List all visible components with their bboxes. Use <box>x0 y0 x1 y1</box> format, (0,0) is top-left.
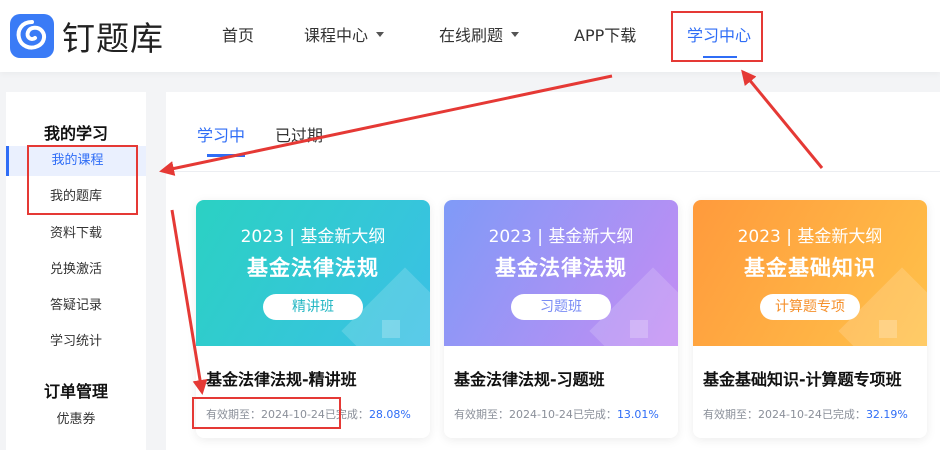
completion-label: 已完成： <box>572 408 617 421</box>
sidebar-item-study-stats[interactable]: 学习统计 <box>6 327 146 357</box>
caret-down-icon <box>511 31 520 37</box>
nav-course-center[interactable]: 课程中心 <box>304 22 385 46</box>
tab-expired[interactable]: 已过期 <box>275 122 323 146</box>
tab-active-indicator <box>207 154 245 157</box>
validity-label: 有效期至： <box>703 408 758 421</box>
nav-home[interactable]: 首页 <box>222 22 254 46</box>
course-card[interactable]: 2023 | 基金新大纲 基金基础知识 计算题专项 基金基础知识-计算题专项班 … <box>693 200 927 438</box>
course-banner: 2023 | 基金新大纲 基金法律法规 习题班 <box>444 200 678 346</box>
completion-label: 已完成： <box>821 408 866 421</box>
sidebar-item-redeem[interactable]: 兑换激活 <box>6 255 146 285</box>
course-title[interactable]: 基金基础知识-计算题专项班 <box>703 366 902 390</box>
banner-class-pill: 习题班 <box>511 294 611 320</box>
course-meta: 有效期至：2024-10-24已完成：13.01% <box>454 406 659 422</box>
course-banner: 2023 | 基金新大纲 基金基础知识 计算题专项 <box>693 200 927 346</box>
brand-logo[interactable]: 钉题库 <box>10 12 164 60</box>
banner-year-line: 2023 | 基金新大纲 <box>240 227 386 247</box>
course-card[interactable]: 2023 | 基金新大纲 基金法律法规 习题班 基金法律法规-习题班 有效期至：… <box>444 200 678 438</box>
annotation-box-learning-center <box>671 11 763 62</box>
annotation-box-sidebar-items <box>27 145 138 215</box>
swirl-logo-icon <box>10 14 54 58</box>
banner-subject: 基金法律法规 <box>247 256 379 280</box>
nav-home-label: 首页 <box>222 26 255 45</box>
nav-app-download-label: APP下载 <box>574 26 637 45</box>
banner-subject: 基金基础知识 <box>744 256 876 280</box>
sidebar-item-qa-records[interactable]: 答疑记录 <box>6 291 146 321</box>
sidebar-item-coupons[interactable]: 优惠券 <box>6 405 146 435</box>
status-tabs: 学习中 已过期 <box>166 92 940 172</box>
tab-in-progress[interactable]: 学习中 <box>197 122 245 146</box>
nav-course-center-label: 课程中心 <box>304 26 369 45</box>
sidebar-item-downloads[interactable]: 资料下载 <box>6 219 146 249</box>
banner-class-pill: 计算题专项 <box>760 294 860 320</box>
banner-subject: 基金法律法规 <box>495 256 627 280</box>
sidebar-section-my-learning: 我的学习 <box>43 124 108 143</box>
completion-progress: 32.19% <box>865 408 908 421</box>
brand-name: 钉题库 <box>62 19 164 58</box>
course-title[interactable]: 基金法律法规-习题班 <box>454 366 605 390</box>
validity-label: 有效期至： <box>454 408 509 421</box>
course-meta: 有效期至：2024-10-24已完成：32.19% <box>703 406 908 422</box>
nav-online-practice-label: 在线刷题 <box>439 26 504 45</box>
validity-date: 2024-10-24 <box>509 408 573 421</box>
validity-date: 2024-10-24 <box>758 408 822 421</box>
completion-progress: 28.08% <box>368 408 411 421</box>
top-header: 钉题库 首页 课程中心 在线刷题 APP下载 学习中心 <box>0 0 940 72</box>
banner-year-line: 2023 | 基金新大纲 <box>488 227 634 247</box>
sidebar-section-orders: 订单管理 <box>43 382 108 401</box>
banner-class-pill: 精讲班 <box>263 294 363 320</box>
course-title[interactable]: 基金法律法规-精讲班 <box>206 366 357 390</box>
course-banner: 2023 | 基金新大纲 基金法律法规 精讲班 <box>196 200 430 346</box>
completion-progress: 13.01% <box>616 408 659 421</box>
annotation-box-validity <box>192 397 341 429</box>
caret-down-icon <box>376 31 385 37</box>
nav-app-download[interactable]: APP下载 <box>574 22 636 46</box>
banner-year-line: 2023 | 基金新大纲 <box>737 227 883 247</box>
nav-online-practice[interactable]: 在线刷题 <box>439 22 520 46</box>
